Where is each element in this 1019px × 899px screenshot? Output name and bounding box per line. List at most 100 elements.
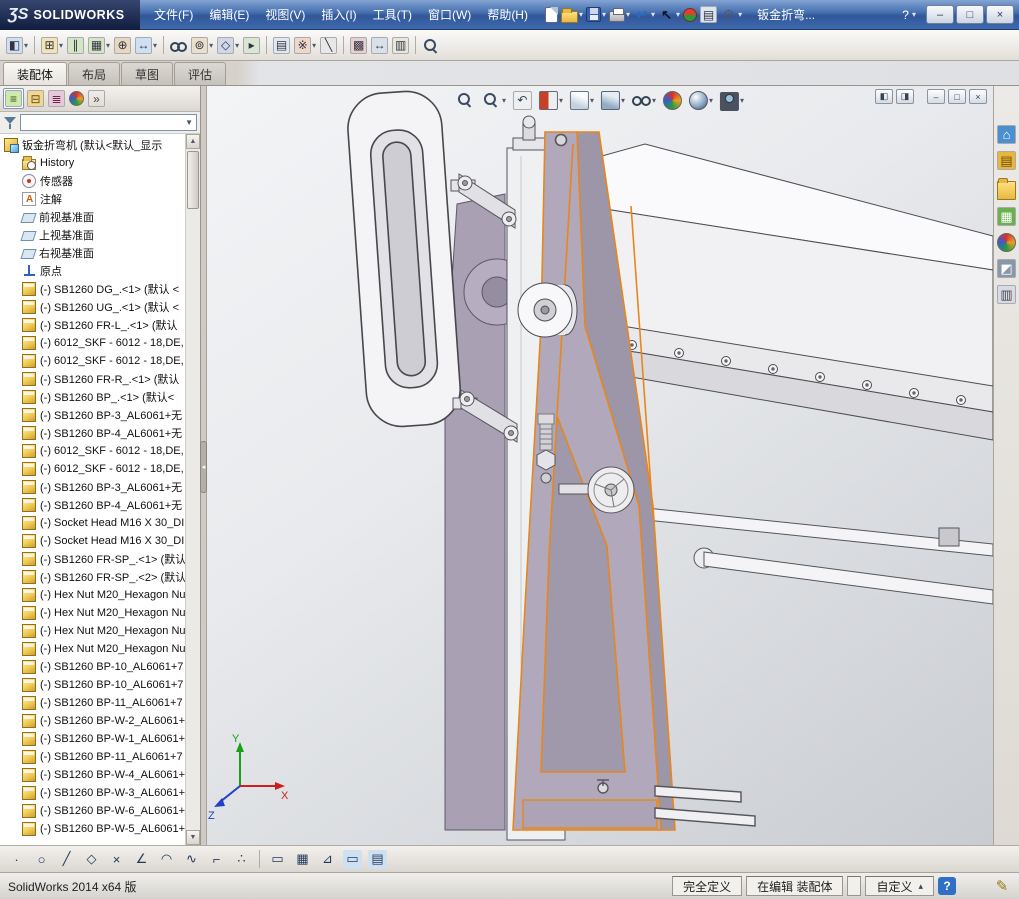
task-custom-properties-icon[interactable]: ▥ bbox=[996, 284, 1017, 305]
hide-show-items-icon-dropdown[interactable]: ▾ bbox=[652, 96, 656, 105]
section-view-icon-dropdown[interactable]: ▾ bbox=[559, 96, 563, 105]
sketch-corner-rectangle-icon[interactable]: ⌐ bbox=[206, 849, 227, 870]
guide-rods[interactable] bbox=[623, 505, 993, 604]
tree-item[interactable]: (-) SB1260 FR-SP_.<1> (默认 bbox=[0, 550, 185, 568]
tree-item[interactable]: 传感器 bbox=[0, 172, 185, 190]
menu-item[interactable]: 文件(F) bbox=[146, 2, 201, 27]
print-icon-dropdown[interactable]: ▾ bbox=[626, 10, 630, 19]
clamp-handle[interactable] bbox=[346, 89, 463, 429]
tree-item[interactable]: (-) Hex Nut M20_Hexagon Nu bbox=[0, 622, 185, 640]
rebuild-icon[interactable] bbox=[682, 7, 698, 23]
mass-properties-icon[interactable]: ▥ bbox=[391, 36, 410, 55]
tree-item[interactable]: 上视基准面 bbox=[0, 226, 185, 244]
zoom-icon[interactable] bbox=[421, 36, 440, 55]
menu-item[interactable]: 工具(T) bbox=[365, 2, 420, 27]
previous-view-icon[interactable]: ↶ bbox=[512, 90, 533, 111]
scroll-track[interactable] bbox=[186, 149, 200, 830]
save-icon-dropdown[interactable]: ▾ bbox=[602, 10, 606, 19]
tree-root[interactable]: 钣金折弯机 (默认<默认_显示 bbox=[0, 136, 185, 154]
edit-component-icon-dropdown[interactable]: ▾ bbox=[24, 41, 28, 50]
section-view-icon[interactable]: ▾ bbox=[538, 90, 564, 111]
view-settings-icon-dropdown[interactable]: ▾ bbox=[740, 96, 744, 105]
reference-geometry-icon-dropdown[interactable]: ▾ bbox=[235, 41, 239, 50]
apply-scene-icon-dropdown[interactable]: ▾ bbox=[709, 96, 713, 105]
sketch-table-icon[interactable]: ▤ bbox=[367, 849, 388, 870]
tree-item[interactable]: (-) Hex Nut M20_Hexagon Nu bbox=[0, 604, 185, 622]
sketch-circle-icon[interactable]: ○ bbox=[31, 849, 52, 870]
tree-item[interactable]: (-) SB1260 BP-11_AL6061+7 bbox=[0, 694, 185, 712]
tree-item[interactable]: (-) SB1260 BP-3_AL6061+无 bbox=[0, 478, 185, 496]
tree-item[interactable]: (-) SB1260 FR-R_.<1> (默认 bbox=[0, 370, 185, 388]
menu-item[interactable]: 视图(V) bbox=[257, 2, 313, 27]
task-appearances-icon[interactable] bbox=[996, 232, 1017, 253]
configurationmanager-tab-icon[interactable]: ≣ bbox=[47, 89, 66, 108]
minimize-button[interactable]: – bbox=[926, 5, 954, 24]
zoom-to-fit-icon[interactable] bbox=[455, 90, 476, 111]
exploded-view-icon[interactable]: ※▾ bbox=[293, 36, 317, 55]
status-custom-arrow-icon[interactable]: ▴ bbox=[918, 881, 923, 892]
sketch-grid-icon[interactable]: ▦ bbox=[292, 849, 313, 870]
linear-component-pattern-icon-dropdown[interactable]: ▾ bbox=[106, 41, 110, 50]
linear-component-pattern-icon[interactable]: ▦▾ bbox=[87, 36, 111, 55]
select-icon[interactable]: ↖▾ bbox=[657, 5, 681, 24]
tree-item[interactable]: (-) 6012_SKF - 6012 - 18,DE, bbox=[0, 460, 185, 478]
sketch-line-icon[interactable]: ╱ bbox=[56, 849, 77, 870]
explode-line-sketch-icon[interactable]: ╲ bbox=[319, 36, 338, 55]
zoom-to-area-icon[interactable]: ▾ bbox=[481, 90, 507, 111]
tree-item[interactable]: (-) Socket Head M16 X 30_DI bbox=[0, 532, 185, 550]
tree-item[interactable]: 原点 bbox=[0, 262, 185, 280]
open-icon-dropdown[interactable]: ▾ bbox=[579, 10, 583, 19]
tree-item[interactable]: (-) SB1260 BP-11_AL6061+7 bbox=[0, 748, 185, 766]
tree-item[interactable]: (-) SB1260 BP-W-6_AL6061+ bbox=[0, 802, 185, 820]
maximize-button[interactable]: □ bbox=[956, 5, 984, 24]
graphics-area[interactable]: Y X Z ▾↶▾▾▾▾▾▾ ◧◨–□× bbox=[207, 86, 993, 845]
doc-minimize-button[interactable]: – bbox=[927, 89, 945, 104]
tree-item[interactable]: (-) 6012_SKF - 6012 - 18,DE, bbox=[0, 352, 185, 370]
sketch-slot-icon[interactable]: ▭ bbox=[267, 849, 288, 870]
sketch-point-icon[interactable]: · bbox=[6, 849, 27, 870]
exploded-view-icon-dropdown[interactable]: ▾ bbox=[312, 41, 316, 50]
options-icon-dropdown[interactable]: ▾ bbox=[738, 10, 742, 19]
sketch-polygon-icon[interactable]: ◇ bbox=[81, 849, 102, 870]
filter-dropdown-icon[interactable]: ▼ bbox=[185, 118, 193, 127]
undo-icon[interactable]: ↩▾ bbox=[632, 5, 656, 24]
tree-item[interactable]: (-) SB1260 BP_.<1> (默认< bbox=[0, 388, 185, 406]
sketch-trim-icon[interactable]: × bbox=[106, 849, 127, 870]
filter-funnel-icon[interactable] bbox=[3, 116, 17, 130]
help-dropdown-icon[interactable]: ▾ bbox=[912, 10, 916, 19]
print-icon[interactable]: ▾ bbox=[608, 6, 631, 23]
tab-assembly[interactable]: 装配体 bbox=[3, 62, 67, 85]
assembly-features-icon[interactable]: ⊚▾ bbox=[190, 36, 214, 55]
task-view-palette-icon[interactable]: ▦ bbox=[996, 206, 1017, 227]
file-properties-icon[interactable]: ▤ bbox=[699, 5, 718, 24]
insert-components-icon[interactable]: ⊞▾ bbox=[40, 36, 64, 55]
splitter-grip[interactable]: ◂ bbox=[200, 441, 207, 493]
new-document-icon[interactable] bbox=[544, 6, 559, 24]
status-help-icon[interactable]: ? bbox=[938, 877, 956, 895]
reference-geometry-icon[interactable]: ◇▾ bbox=[216, 36, 240, 55]
tree-item[interactable]: (-) Hex Nut M20_Hexagon Nu bbox=[0, 586, 185, 604]
featuremanager-tab-icon[interactable]: ≡ bbox=[3, 88, 24, 109]
tab-evaluate[interactable]: 评估 bbox=[174, 62, 226, 85]
sketch-arc-icon[interactable]: ◠ bbox=[156, 849, 177, 870]
tree-item[interactable]: (-) 6012_SKF - 6012 - 18,DE, bbox=[0, 334, 185, 352]
task-file-explorer-icon[interactable] bbox=[996, 176, 1017, 201]
tree-item[interactable]: (-) SB1260 BP-W-1_AL6061+ bbox=[0, 730, 185, 748]
interference-detection-icon[interactable]: ▩ bbox=[349, 36, 368, 55]
3d-model[interactable]: Y X Z bbox=[207, 86, 993, 845]
tree-item[interactable]: (-) Hex Nut M20_Hexagon Nu bbox=[0, 640, 185, 658]
scroll-down-button[interactable]: ▼ bbox=[186, 830, 200, 845]
move-component-icon[interactable]: ↔▾ bbox=[134, 36, 158, 55]
tree-scrollbar[interactable]: ▲ ▼ bbox=[185, 134, 200, 845]
tree-item[interactable]: (-) SB1260 BP-10_AL6061+7 bbox=[0, 676, 185, 694]
tree-item[interactable]: (-) SB1260 BP-3_AL6061+无 bbox=[0, 406, 185, 424]
view-settings-icon[interactable]: ▾ bbox=[719, 88, 745, 112]
display-style-icon-dropdown[interactable]: ▾ bbox=[621, 96, 625, 105]
zoom-to-area-icon-dropdown[interactable]: ▾ bbox=[502, 96, 506, 105]
tree-item[interactable]: (-) 6012_SKF - 6012 - 18,DE, bbox=[0, 442, 185, 460]
status-custom-dropdown[interactable]: 自定义 ▴ bbox=[865, 876, 934, 896]
assembly-features-icon-dropdown[interactable]: ▾ bbox=[209, 41, 213, 50]
view-orientation-icon[interactable]: ▾ bbox=[569, 90, 595, 111]
insert-components-icon-dropdown[interactable]: ▾ bbox=[59, 41, 63, 50]
tree-item[interactable]: (-) SB1260 DG_.<1> (默认 < bbox=[0, 280, 185, 298]
